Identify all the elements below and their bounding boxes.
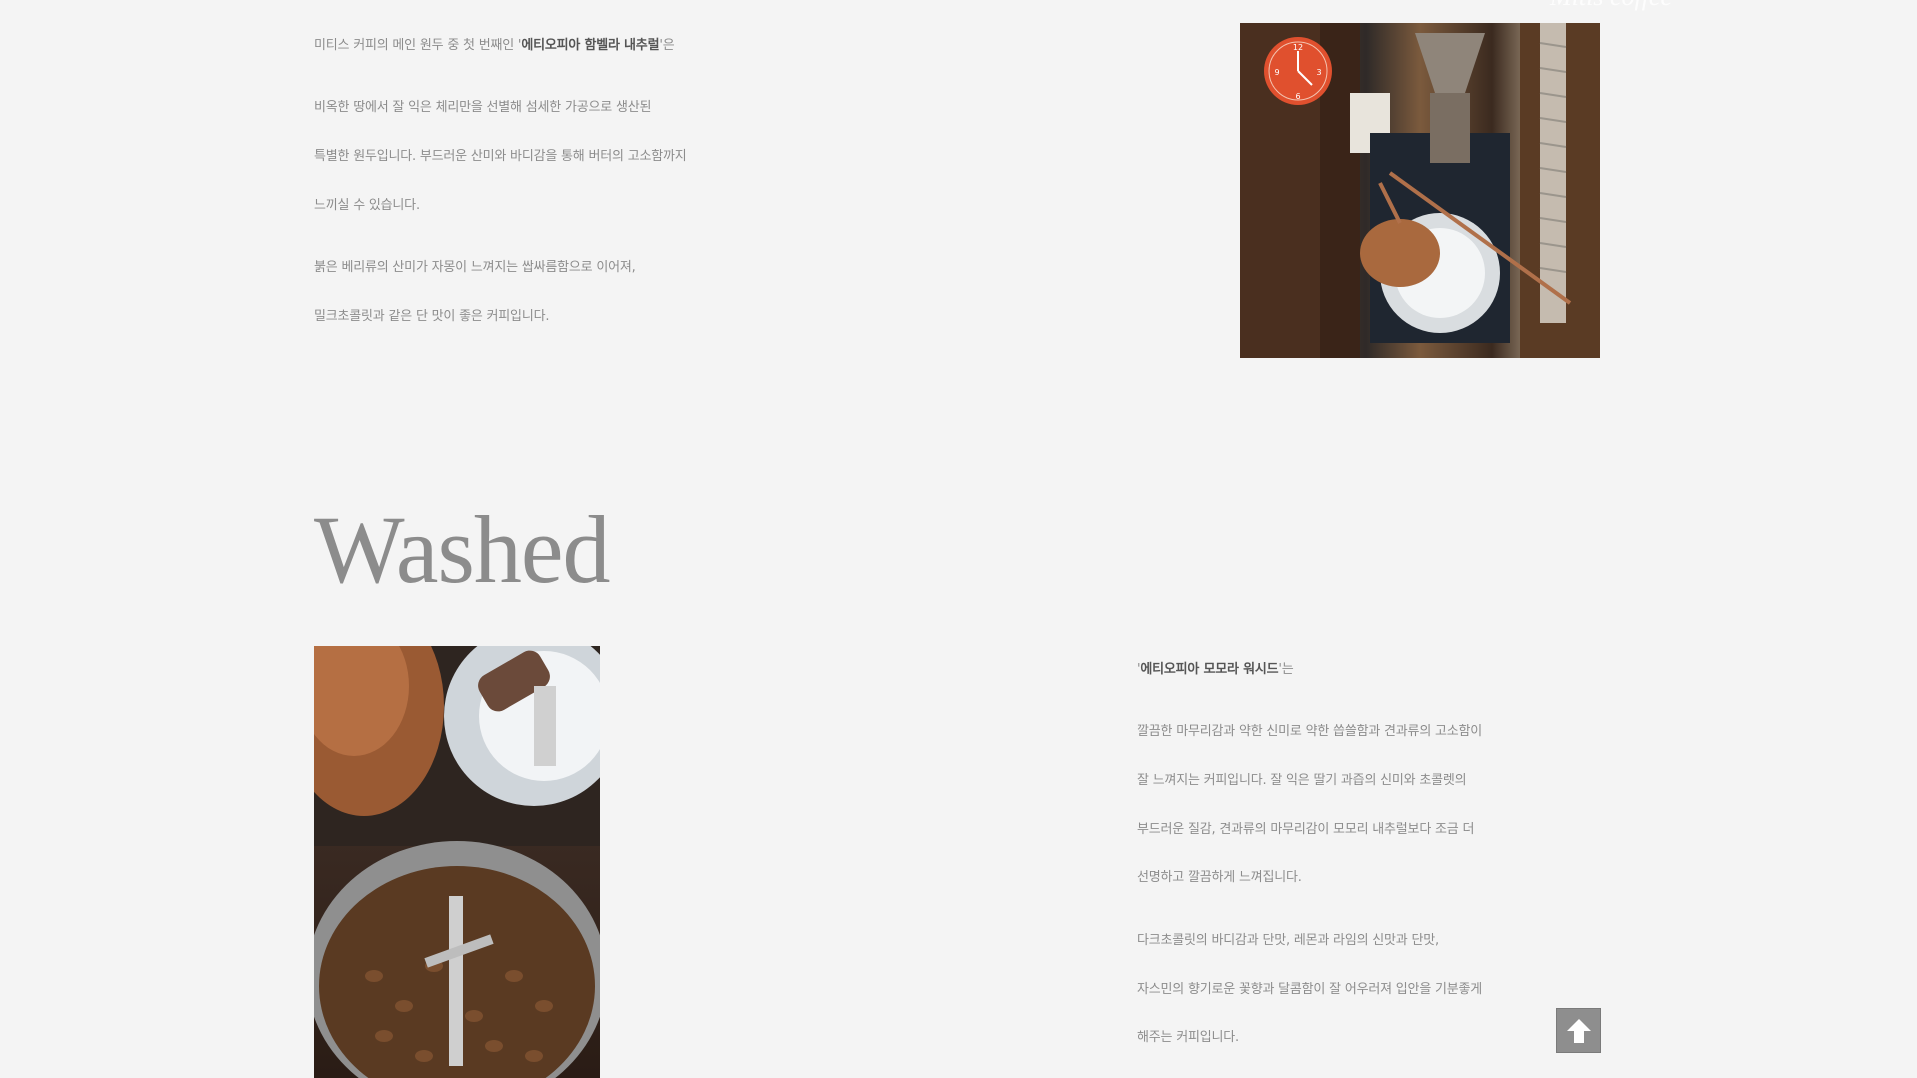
washed-desc-line: 잘 느껴지는 커피입니다. 잘 익은 딸기 과즙의 신미와 초콜렛의 [1137, 773, 1467, 788]
washed-desc-line: 선명하고 깔끔하게 느껴집니다. [1137, 870, 1302, 885]
natural-desc-line: 느끼실 수 있습니다. [314, 198, 420, 213]
washed-desc-line: 다크초콜릿의 바디감과 단맛, 레몬과 라임의 신맛과 단맛, [1137, 933, 1439, 948]
washed-bean-name: 에티오피아 모모라 워시드 [1140, 662, 1279, 677]
roaster-photo: 12 3 6 9 [1240, 23, 1600, 358]
svg-text:9: 9 [1274, 68, 1279, 77]
svg-text:6: 6 [1295, 92, 1300, 101]
roaster-illustration: 12 3 6 9 [1240, 23, 1600, 358]
scroll-to-top-button[interactable] [1556, 1008, 1601, 1053]
brand-watermark: Mitis coffee [1550, 0, 1672, 12]
natural-bean-name: 에티오피아 함벨라 내추럴 [521, 38, 660, 53]
svg-text:12: 12 [1293, 43, 1303, 52]
svg-text:3: 3 [1316, 68, 1321, 77]
washed-desc-line: 해주는 커피입니다. [1137, 1030, 1239, 1045]
natural-desc-line: 붉은 베리류의 산미가 자몽이 느껴지는 쌉싸름함으로 이어져, [314, 260, 636, 275]
roasting-beans-photo [314, 646, 600, 1078]
arrow-up-icon [1566, 1018, 1591, 1043]
natural-intro-line: 미티스 커피의 메인 원두 중 첫 번째인 '에티오피아 함벨라 내추럴'은 [314, 38, 675, 53]
roasting-beans-illustration [314, 646, 600, 1078]
washed-desc-line: 부드러운 질감, 견과류의 마무리감이 모모리 내추럴보다 조금 더 [1137, 822, 1475, 837]
natural-desc-line: 특별한 원두입니다. 부드러운 산미와 바디감을 통해 버터의 고소함까지 [314, 149, 687, 164]
washed-desc-line: 자스민의 향기로운 꽃향과 달콤함이 잘 어우러져 입안을 기분좋게 [1137, 982, 1483, 997]
washed-desc-line: 깔끔한 마무리감과 약한 신미로 약한 씁쓸함과 견과류의 고소함이 [1137, 724, 1483, 739]
natural-desc-line: 비옥한 땅에서 잘 익은 체리만을 선별해 섬세한 가공으로 생산된 [314, 100, 652, 115]
natural-desc-line: 밀크초콜릿과 같은 단 맛이 좋은 커피입니다. [314, 309, 550, 324]
washed-intro-line: '에티오피아 모모라 워시드'는 [1137, 662, 1294, 677]
washed-title: Washed [314, 496, 610, 603]
